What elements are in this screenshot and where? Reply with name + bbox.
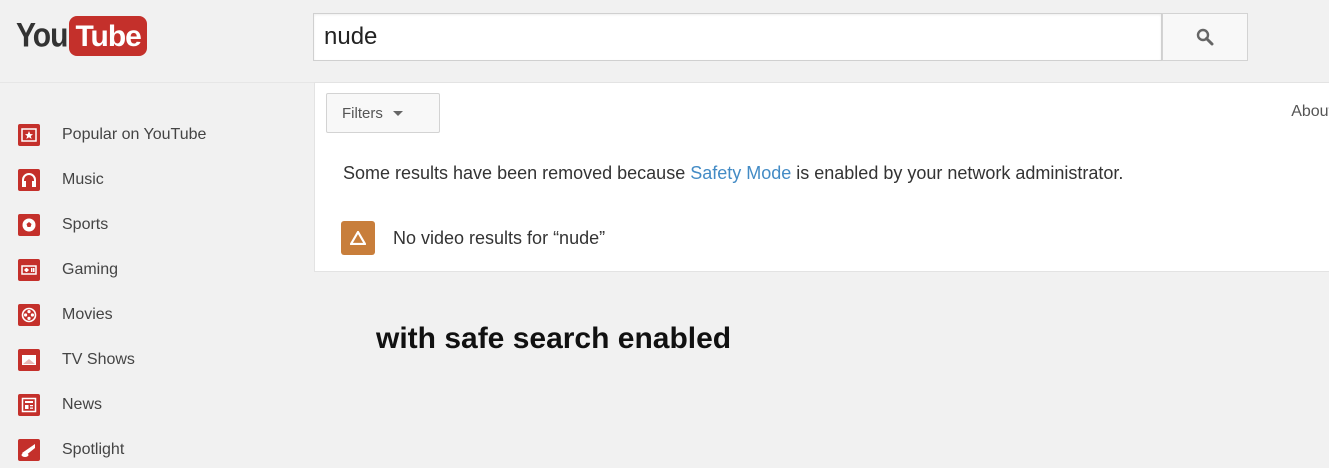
- sidebar-item-label: Spotlight: [62, 441, 125, 458]
- soccer-ball-icon: [18, 214, 40, 236]
- filters-button[interactable]: Filters: [326, 93, 440, 133]
- no-results-text: No video results for “nude”: [393, 227, 606, 248]
- search-icon: [1196, 28, 1214, 46]
- headphones-icon: [18, 169, 40, 191]
- notice-text-before: Some results have been removed because: [343, 163, 691, 183]
- sidebar-item-sports[interactable]: Sports: [18, 212, 108, 238]
- sidebar-item-gaming[interactable]: Gaming: [18, 257, 118, 283]
- sidebar-item-label: Sports: [62, 216, 109, 233]
- search-button[interactable]: [1162, 13, 1248, 61]
- sidebar-item-label: Gaming: [62, 261, 119, 278]
- chevron-down-icon: [392, 110, 403, 116]
- search-input[interactable]: nude: [313, 13, 1162, 61]
- logo-tube-text: Tube: [69, 16, 147, 56]
- sidebar-item-news[interactable]: News: [18, 392, 102, 418]
- spotlight-icon: [18, 439, 40, 461]
- tv-icon: [18, 349, 40, 371]
- sidebar-item-label: TV Shows: [62, 351, 135, 368]
- sidebar-item-popular[interactable]: Popular on YouTube: [18, 122, 206, 148]
- results-panel: Filters About Some results have been rem…: [314, 82, 1329, 272]
- youtube-logo[interactable]: You Tube: [16, 14, 147, 58]
- masthead: You Tube nude: [0, 0, 1329, 83]
- newspaper-icon: [18, 394, 40, 416]
- sidebar-item-movies[interactable]: Movies: [18, 302, 113, 328]
- safety-mode-notice: Some results have been removed because S…: [343, 163, 1123, 184]
- filters-label: Filters: [342, 104, 383, 122]
- sidebar-item-tv-shows[interactable]: TV Shows: [18, 347, 135, 373]
- sidebar-item-label: Music: [62, 171, 104, 188]
- sidebar-item-spotlight[interactable]: Spotlight: [18, 437, 124, 463]
- no-results-message: No video results for “nude”: [341, 221, 605, 255]
- logo-you-text: You: [16, 16, 68, 55]
- sidebar-item-music[interactable]: Music: [18, 167, 104, 193]
- sidebar-item-label: News: [62, 396, 103, 413]
- sidebar-item-label: Popular on YouTube: [62, 126, 207, 143]
- warning-icon: [341, 221, 375, 255]
- about-results-link[interactable]: About: [1291, 103, 1329, 121]
- gamepad-icon: [18, 259, 40, 281]
- annotation-caption: with safe search enabled: [376, 322, 732, 355]
- sidebar-item-label: Movies: [62, 306, 113, 323]
- safety-mode-link[interactable]: Safety Mode: [690, 163, 791, 183]
- notice-text-after: is enabled by your network administrator…: [791, 163, 1124, 183]
- star-icon: [18, 124, 40, 146]
- film-reel-icon: [18, 304, 40, 326]
